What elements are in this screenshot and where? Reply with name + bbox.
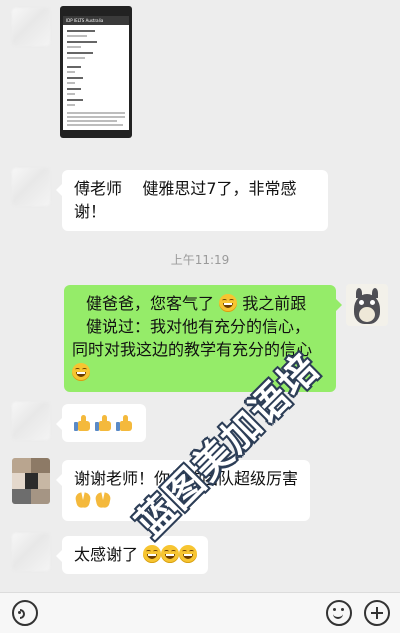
screenshot-header: IDP IELTS Australia bbox=[63, 16, 129, 25]
plus-icon[interactable] bbox=[364, 600, 390, 626]
grin-emoji bbox=[143, 545, 162, 563]
grin-emoji bbox=[72, 363, 90, 381]
grin-emoji bbox=[161, 545, 180, 563]
screenshot-line bbox=[67, 30, 95, 32]
avatar[interactable] bbox=[12, 533, 50, 571]
screenshot-line bbox=[67, 35, 87, 37]
avatar-self[interactable] bbox=[346, 284, 388, 326]
message-text: 谢谢老师！你们的团队超级厉害 bbox=[74, 469, 299, 488]
message-bubble[interactable]: 太感谢了 bbox=[56, 536, 208, 574]
voice-icon[interactable] bbox=[12, 600, 38, 626]
folded-hands-emoji bbox=[74, 492, 92, 510]
screenshot-line bbox=[67, 88, 81, 90]
thumbs-up-emoji bbox=[116, 414, 134, 432]
screenshot-line bbox=[67, 57, 85, 59]
message-bubble[interactable]: 傅老师 健雅思过7了，非常感谢！ bbox=[56, 170, 328, 231]
message-recipient-name: 傅老师 bbox=[74, 179, 123, 198]
screenshot-line bbox=[67, 93, 75, 95]
avatar[interactable] bbox=[12, 458, 50, 504]
message-text: 健说过：我对他有充分的信心， bbox=[86, 317, 311, 336]
input-bar bbox=[0, 592, 400, 633]
folded-hands-emoji bbox=[94, 492, 112, 510]
screenshot-line bbox=[67, 52, 93, 54]
thumbs-up-emoji bbox=[74, 414, 92, 432]
screenshot-line bbox=[67, 77, 83, 79]
timestamp: 上午11:19 bbox=[170, 253, 230, 267]
message-text: 同时对我这边的教学有充分的信心 bbox=[72, 340, 313, 359]
avatar[interactable] bbox=[12, 402, 50, 440]
screenshot-line bbox=[67, 112, 125, 114]
message-text: 太感谢了 bbox=[74, 545, 139, 564]
screenshot-line bbox=[67, 124, 123, 126]
smile-emoji bbox=[219, 294, 238, 312]
grin-emoji bbox=[179, 545, 198, 563]
message-bubble-self[interactable]: 健爸爸，您客气了 我之前跟 健说过：我对他有充分的信心， 同时对我这边的教学有充… bbox=[64, 285, 342, 392]
emoji-icon[interactable] bbox=[326, 600, 352, 626]
thumbs-up-emoji bbox=[95, 414, 113, 432]
screenshot-line bbox=[67, 120, 117, 122]
screenshot-line bbox=[67, 71, 75, 73]
screenshot-line bbox=[67, 46, 81, 48]
avatar[interactable] bbox=[12, 168, 50, 206]
screenshot-line bbox=[67, 116, 125, 118]
screenshot-line bbox=[67, 104, 75, 106]
screenshot-line bbox=[67, 41, 97, 43]
screenshot-line bbox=[67, 82, 75, 84]
message-text: 我之前跟 bbox=[242, 294, 307, 313]
screenshot-content: IDP IELTS Australia bbox=[63, 16, 129, 130]
message-bubble[interactable]: 谢谢老师！你们的团队超级厉害 bbox=[56, 460, 310, 521]
message-bubble[interactable] bbox=[56, 404, 146, 442]
screenshot-image[interactable]: IDP IELTS Australia bbox=[60, 6, 132, 138]
message-text: 健爸爸，您客气了 bbox=[86, 294, 215, 313]
screenshot-line bbox=[67, 99, 83, 101]
avatar[interactable] bbox=[12, 8, 50, 46]
screenshot-line bbox=[67, 66, 81, 68]
chat-area: IDP IELTS Australia 傅老师 健雅思过7了，非常感谢！ 上午1 bbox=[0, 0, 400, 592]
